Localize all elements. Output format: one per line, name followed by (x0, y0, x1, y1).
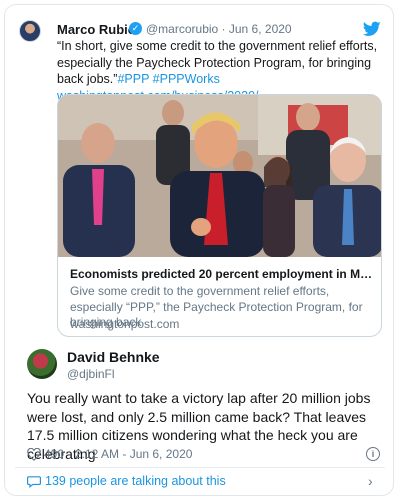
info-icon[interactable]: i (366, 447, 380, 461)
heart-icon[interactable] (27, 448, 41, 461)
link-card-domain: washingtonpost.com (70, 317, 180, 331)
like-count[interactable]: 490 (44, 447, 64, 461)
tweet-timestamp[interactable]: 2:12 AM - Jun 6, 2020 (75, 447, 192, 461)
talking-about-label[interactable]: 139 people are talking about this (45, 474, 226, 488)
article-photo (58, 95, 381, 257)
tweet-embed-card: Marco Rubio ✓ @marcorubio · Jun 6, 2020 … (4, 4, 394, 496)
author-handle[interactable]: @djbinFl (67, 367, 115, 381)
twitter-bird-icon[interactable] (363, 21, 381, 37)
verified-badge-icon: ✓ (129, 22, 142, 35)
quoted-author-handle-date[interactable]: @marcorubio · Jun 6, 2020 (146, 22, 292, 36)
quoted-author-avatar[interactable] (19, 20, 41, 42)
speech-bubble-icon (27, 476, 41, 488)
quoted-author-name[interactable]: Marco Rubio (57, 22, 136, 37)
divider (15, 467, 385, 468)
author-name[interactable]: David Behnke (67, 349, 160, 365)
author-avatar[interactable] (27, 349, 57, 379)
conversation-link[interactable]: 139 people are talking about this › (15, 470, 385, 494)
hashtags-link[interactable]: #PPP #PPPWorks (117, 72, 219, 86)
chevron-right-icon[interactable]: › (368, 473, 373, 489)
article-link-card[interactable]: Economists predicted 20 percent employme… (57, 94, 382, 337)
link-card-title: Economists predicted 20 percent employme… (70, 267, 375, 281)
